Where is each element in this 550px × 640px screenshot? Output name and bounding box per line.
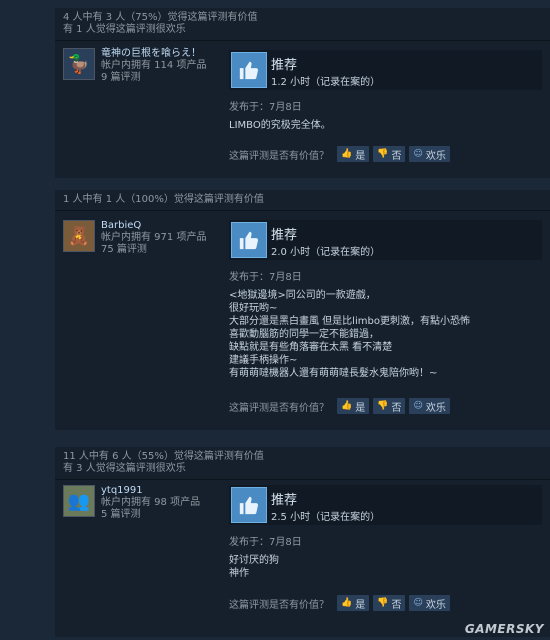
review-line: 大部分還是黑白畫風 但是比limbo更刺激，有點小恐怖 — [229, 316, 470, 327]
review-content: LIMBO的究极完全体。 — [229, 119, 542, 132]
review-line: 缺點就是有些角落審在太黑 看不清楚 — [229, 342, 393, 353]
author-reviews[interactable]: 5 篇评测 — [101, 509, 231, 521]
helpful-question: 这篇评测是否有价值？ — [229, 150, 329, 162]
funny-label: 欢乐 — [425, 599, 446, 611]
photo-icon[interactable]: 👥 — [63, 485, 95, 517]
review-main: 推荐 2.0 小时（记录在案的） 发布于：7月8日 <地獄邊境>同公司的一款遊戲… — [229, 220, 542, 380]
no-label: 否 — [391, 599, 402, 611]
author-products[interactable]: 帐户内拥有 971 项产品 — [101, 232, 231, 244]
author-name[interactable]: 竜神の巨根を喰らえ！ — [101, 48, 231, 60]
no-label: 否 — [391, 402, 402, 414]
funny-label: 欢乐 — [425, 150, 446, 162]
vote-title: 推荐 — [271, 228, 298, 243]
playtime: 1.2 小时（记录在案的） — [271, 77, 381, 88]
funny-count: 有 1 人觉得这篇评测很欢乐 — [63, 24, 186, 35]
yes-label: 是 — [355, 150, 366, 162]
vote-header[interactable]: 推荐 2.5 小时（记录在案的） — [229, 485, 542, 525]
review-content: <地獄邊境>同公司的一款遊戲， 很好玩哟~ 大部分還是黑白畫風 但是比limbo… — [229, 289, 542, 380]
funny-count: 有 3 人觉得这篇评测很欢乐 — [63, 463, 186, 474]
yes-label: 是 — [355, 402, 366, 414]
thumbs-up-icon: 👍 — [341, 598, 353, 608]
rate-controls: 这篇评测是否有价值？ 👍 是 👎 否 ☺ 欢乐 — [229, 146, 454, 162]
review-line: LIMBO的究极完全体。 — [229, 120, 331, 131]
no-button[interactable]: 👎 否 — [373, 595, 406, 611]
thumbs-down-icon: 👎 — [377, 401, 389, 411]
funny-button[interactable]: ☺ 欢乐 — [409, 595, 450, 611]
smile-icon: ☺ — [413, 401, 423, 411]
review-card: 11 人中有 6 人（55%）觉得这篇评测有价值 有 3 人觉得这篇评测很欢乐 … — [55, 447, 550, 637]
helpful-count: 1 人中有 1 人（100%）觉得这篇评测有价值 — [63, 194, 264, 205]
review-line: 喜歡動腦筋的同學一定不能錯過， — [229, 329, 379, 340]
thumbs-up-icon — [231, 487, 267, 523]
smile-icon: ☺ — [413, 598, 423, 608]
review-card: 1 人中有 1 人（100%）觉得这篇评测有价值 🧸 BarbieQ 帐户内拥有… — [55, 190, 550, 430]
no-label: 否 — [391, 150, 402, 162]
thumbs-down-icon: 👎 — [377, 149, 389, 159]
no-button[interactable]: 👎 否 — [373, 146, 406, 162]
thumbs-up-icon: 👍 — [341, 401, 353, 411]
no-button[interactable]: 👎 否 — [373, 398, 406, 414]
review-main: 推荐 1.2 小时（记录在案的） 发布于：7月8日 LIMBO的究极完全体。 — [229, 50, 542, 132]
thumbs-down-icon: 👎 — [377, 598, 389, 608]
vote-header[interactable]: 推荐 1.2 小时（记录在案的） — [229, 50, 542, 90]
funny-button[interactable]: ☺ 欢乐 — [409, 146, 450, 162]
author-products[interactable]: 帐户内拥有 114 项产品 — [101, 60, 231, 72]
funny-button[interactable]: ☺ 欢乐 — [409, 398, 450, 414]
yes-button[interactable]: 👍 是 — [337, 595, 370, 611]
yes-button[interactable]: 👍 是 — [337, 146, 370, 162]
author-reviews[interactable]: 9 篇评测 — [101, 72, 231, 84]
duck-icon[interactable]: 🦆 — [63, 48, 95, 80]
helpful-count: 11 人中有 6 人（55%）觉得这篇评测有价值 — [63, 451, 264, 462]
review-line: <地獄邊境>同公司的一款遊戲， — [229, 290, 376, 301]
review-line: 建議手柄操作~ — [229, 355, 298, 366]
review-line: 神作 — [229, 568, 249, 579]
vote-header[interactable]: 推荐 2.0 小时（记录在案的） — [229, 220, 542, 260]
author-name[interactable]: ytq1991 — [101, 485, 231, 497]
playtime: 2.5 小时（记录在案的） — [271, 512, 381, 523]
rate-controls: 这篇评测是否有价值？ 👍 是 👎 否 ☺ 欢乐 — [229, 398, 454, 414]
yes-button[interactable]: 👍 是 — [337, 398, 370, 414]
helpful-count: 4 人中有 3 人（75%）觉得这篇评测有价值 — [63, 12, 258, 23]
funny-label: 欢乐 — [425, 402, 446, 414]
vote-title: 推荐 — [271, 493, 298, 508]
posted-date: 发布于：7月8日 — [229, 102, 302, 113]
vote-title: 推荐 — [271, 58, 298, 73]
thumbs-up-icon: 👍 — [341, 149, 353, 159]
thumbs-up-icon — [231, 222, 267, 258]
helpful-summary: 1 人中有 1 人（100%）觉得这篇评测有价值 — [55, 190, 550, 211]
thumbs-up-icon — [231, 52, 267, 88]
helpful-summary: 11 人中有 6 人（55%）觉得这篇评测有价值 有 3 人觉得这篇评测很欢乐 — [55, 447, 550, 480]
author-reviews[interactable]: 75 篇评测 — [101, 244, 231, 256]
helpful-question: 这篇评测是否有价值？ — [229, 402, 329, 414]
watermark-logo: GAMERSKY — [464, 622, 544, 636]
review-card: 4 人中有 3 人（75%）觉得这篇评测有价值 有 1 人觉得这篇评测很欢乐 🦆… — [55, 8, 550, 178]
review-line: 好讨厌的狗 — [229, 555, 279, 566]
reviews-page: 4 人中有 3 人（75%）觉得这篇评测有价值 有 1 人觉得这篇评测很欢乐 🦆… — [0, 0, 550, 640]
helpful-summary: 4 人中有 3 人（75%）觉得这篇评测有价值 有 1 人觉得这篇评测很欢乐 — [55, 8, 550, 41]
yes-label: 是 — [355, 599, 366, 611]
review-line: 有萌萌噠機器人還有萌萌噠長髮水鬼陪你哟！~ — [229, 368, 438, 379]
review-content: 好讨厌的狗 神作 — [229, 554, 542, 580]
author-products[interactable]: 帐户内拥有 98 项产品 — [101, 497, 231, 509]
review-main: 推荐 2.5 小时（记录在案的） 发布于：7月8日 好讨厌的狗 神作 — [229, 485, 542, 580]
posted-date: 发布于：7月8日 — [229, 272, 302, 283]
poster-icon[interactable]: 🧸 — [63, 220, 95, 252]
playtime: 2.0 小时（记录在案的） — [271, 247, 381, 258]
rate-controls: 这篇评测是否有价值？ 👍 是 👎 否 ☺ 欢乐 — [229, 595, 454, 611]
author-name[interactable]: BarbieQ — [101, 220, 231, 232]
posted-date: 发布于：7月8日 — [229, 537, 302, 548]
smile-icon: ☺ — [413, 149, 423, 159]
helpful-question: 这篇评测是否有价值？ — [229, 599, 329, 611]
review-line: 很好玩哟~ — [229, 303, 278, 314]
